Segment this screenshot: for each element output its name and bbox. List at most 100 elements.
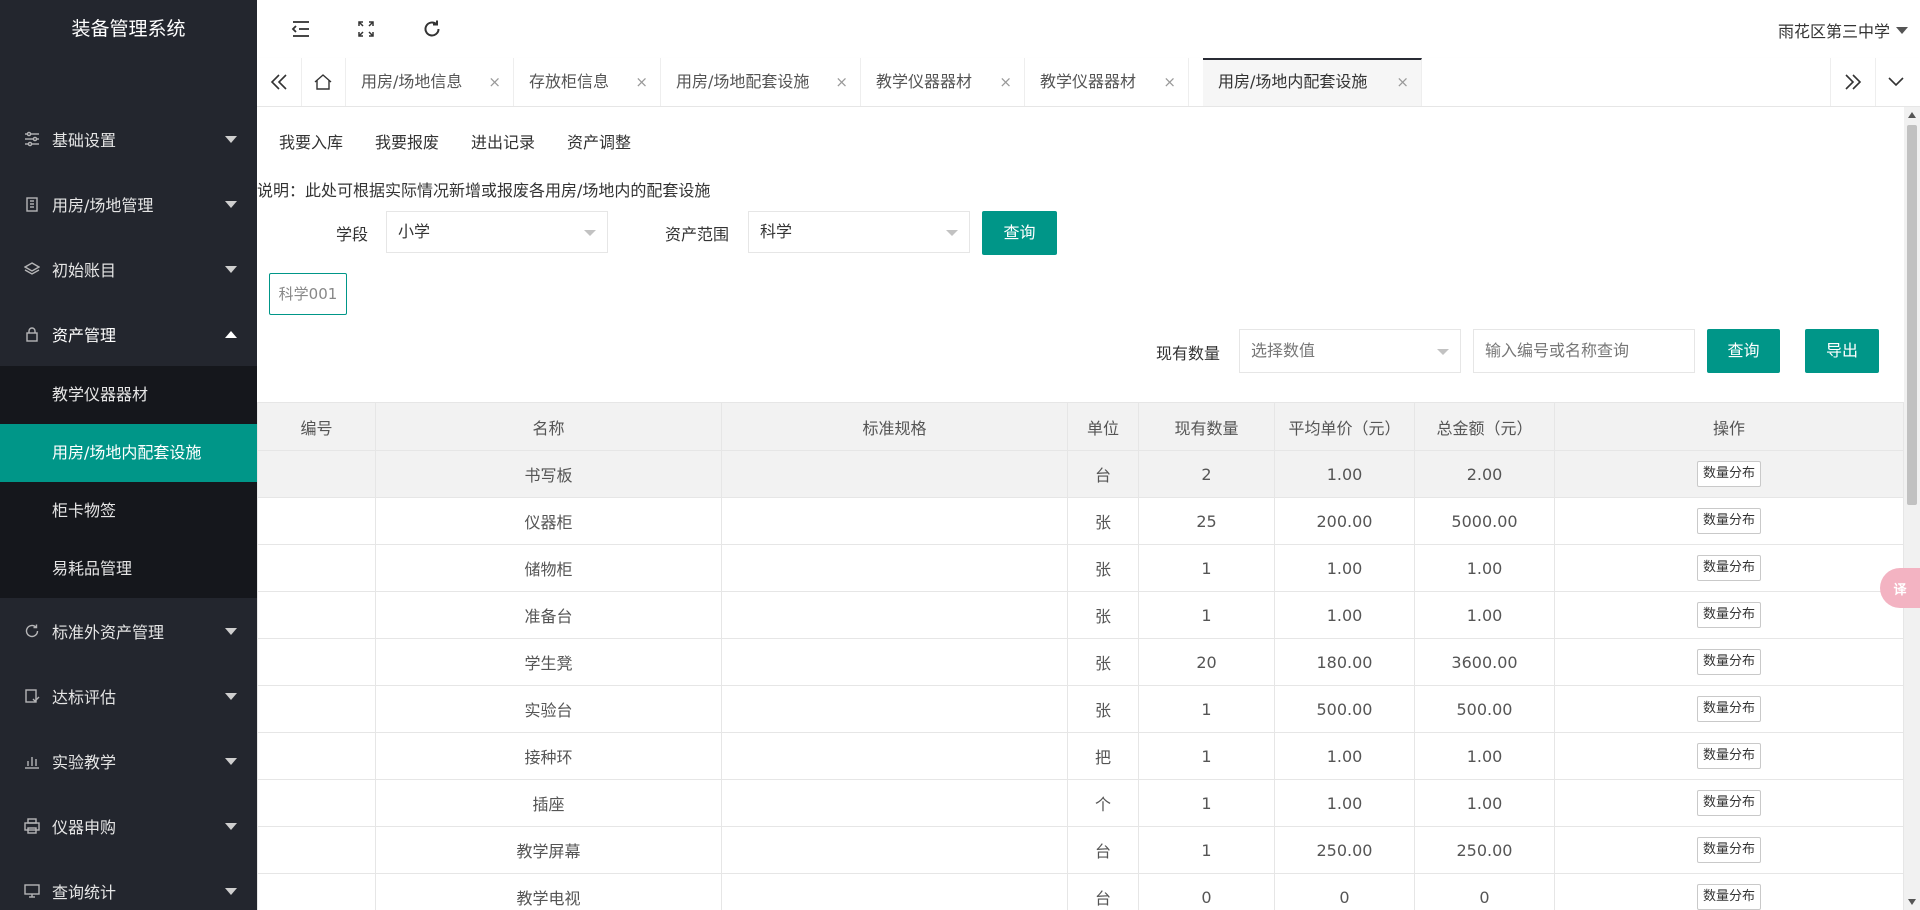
sidebar-item-asset-management[interactable]: 资产管理 (0, 301, 257, 366)
cell-unit: 张 (1067, 544, 1139, 592)
sidebar-item-instrument-purchase[interactable]: 仪器申购 (0, 793, 257, 858)
quantity-distribution-button[interactable]: 数量分布 (1696, 508, 1761, 534)
menu-collapse-icon[interactable] (289, 17, 313, 41)
scope-select[interactable]: 科学 (748, 211, 970, 253)
user-menu[interactable]: 雨花区第三中学 (1778, 18, 1908, 42)
sidebar-item-standard-evaluation[interactable]: 达标评估 (0, 663, 257, 728)
sidebar-subitem-room-facilities[interactable]: 用房/场地内配套设施 (0, 424, 257, 482)
stage-select[interactable]: 小学 (386, 211, 608, 253)
fullscreen-icon[interactable] (354, 17, 378, 41)
col-header-avg-price[interactable]: 平均单价（元） (1274, 402, 1415, 451)
sidebar-item-experiment-teaching[interactable]: 实验教学 (0, 728, 257, 793)
table-row[interactable]: 书写板 台 2 1.00 2.00 数量分布 (257, 450, 1904, 498)
cell-actions: 数量分布 (1554, 497, 1904, 545)
sidebar-subitem-consumables[interactable]: 易耗品管理 (0, 540, 257, 598)
tab-label: 用房/场地内配套设施 (1218, 72, 1368, 91)
cell-spec (721, 732, 1068, 780)
cell-total: 2.00 (1414, 450, 1555, 498)
sidebar-subitem-cabinet-labels[interactable]: 柜卡物签 (0, 482, 257, 540)
sidebar-item-rooms[interactable]: 用房/场地管理 (0, 171, 257, 236)
quantity-distribution-button[interactable]: 数量分布 (1696, 696, 1761, 722)
cell-code (257, 450, 376, 498)
tab-room-info[interactable]: 用房/场地信息 × (346, 58, 514, 106)
table-row[interactable]: 教学屏幕台 1 250.00 250.00 数量分布 (257, 826, 1904, 874)
quantity-distribution-button[interactable]: 数量分布 (1696, 555, 1761, 581)
tab-label: 教学仪器器材 (876, 72, 973, 91)
sidebar-subitem-teaching-instruments[interactable]: 教学仪器器材 (0, 366, 257, 424)
col-header-unit[interactable]: 单位 (1067, 402, 1139, 451)
table-row[interactable]: 实验台张 1 500.00 500.00 数量分布 (257, 685, 1904, 733)
close-icon[interactable]: × (488, 58, 501, 106)
col-header-quantity[interactable]: 现有数量 (1138, 402, 1275, 451)
cell-total: 0 (1414, 873, 1555, 910)
refresh-icon[interactable] (420, 17, 444, 41)
asset-adjust-link[interactable]: 资产调整 (567, 129, 631, 153)
sidebar-item-initial-accounts[interactable]: 初始账目 (0, 236, 257, 301)
cell-actions: 数量分布 (1554, 873, 1904, 910)
quantity-distribution-button[interactable]: 数量分布 (1696, 884, 1761, 910)
col-header-name[interactable]: 名称 (375, 402, 722, 451)
cell-quantity: 1 (1138, 591, 1275, 639)
cell-unit: 把 (1067, 732, 1139, 780)
translate-icon[interactable]: 译 (1880, 568, 1920, 608)
sidebar-item-basic-settings[interactable]: 基础设置 (0, 106, 257, 171)
bar-chart-icon (22, 751, 42, 771)
tab-room-facilities[interactable]: 用房/场地配套设施 × (661, 58, 861, 106)
col-header-total[interactable]: 总金额（元） (1414, 402, 1555, 451)
scrollbar-thumb[interactable] (1907, 125, 1917, 505)
scroll-down-icon[interactable] (1908, 899, 1916, 905)
close-icon[interactable]: × (635, 58, 648, 106)
cell-code (257, 591, 376, 639)
scope-value: 科学 (760, 222, 793, 241)
tab-cabinet-info[interactable]: 存放柜信息 × (514, 58, 661, 106)
quantity-distribution-button[interactable]: 数量分布 (1696, 837, 1761, 863)
table-row[interactable]: 学生凳 张 20 180.00 3600.00 数量分布 (257, 638, 1904, 686)
quantity-distribution-button[interactable]: 数量分布 (1696, 743, 1761, 769)
table-row[interactable]: 教学电视台 0 0 0 数量分布 (257, 873, 1904, 910)
search-query-button[interactable]: 查询 (1707, 329, 1780, 373)
tab-room-internal-facilities[interactable]: 用房/场地内配套设施 × (1203, 58, 1422, 106)
table-row[interactable]: 仪器柜 张 25 200.00 5000.00 数量分布 (257, 497, 1904, 545)
stock-in-link[interactable]: 我要入库 (279, 129, 343, 153)
vertical-scrollbar[interactable] (1904, 107, 1920, 910)
table-row[interactable]: 准备台张 1 1.00 1.00 数量分布 (257, 591, 1904, 639)
keyword-search-input[interactable]: 输入编号或名称查询 (1473, 329, 1695, 373)
in-out-records-link[interactable]: 进出记录 (471, 129, 535, 153)
close-icon[interactable]: × (1396, 60, 1409, 104)
col-header-spec[interactable]: 标准规格 (721, 402, 1068, 451)
home-icon[interactable] (301, 58, 346, 106)
quantity-distribution-button[interactable]: 数量分布 (1696, 649, 1761, 675)
quantity-select[interactable]: 选择数值 (1239, 329, 1461, 373)
table-row[interactable]: 插座个 1 1.00 1.00 数量分布 (257, 779, 1904, 827)
tabs-scroll-right-icon[interactable] (1830, 58, 1876, 106)
col-header-code[interactable]: 编号 (257, 402, 376, 451)
quantity-distribution-button[interactable]: 数量分布 (1696, 602, 1761, 628)
table-row[interactable]: 储物柜张 1 1.00 1.00 数量分布 (257, 544, 1904, 592)
sidebar-item-query-statistics[interactable]: 查询统计 (0, 858, 257, 910)
scroll-up-icon[interactable] (1908, 112, 1916, 118)
tab-teaching-instruments-2[interactable]: 教学仪器器材 × (1025, 58, 1189, 106)
close-icon[interactable]: × (999, 58, 1012, 106)
filter-query-button[interactable]: 查询 (982, 211, 1057, 255)
tab-label: 存放柜信息 (529, 72, 610, 91)
cell-unit: 张 (1067, 685, 1139, 733)
quantity-distribution-button[interactable]: 数量分布 (1696, 790, 1761, 816)
room-chip[interactable]: 科学001 (269, 273, 347, 315)
main-content: 我要入库 我要报废 进出记录 资产调整 说明：此处可根据实际情况新增或报废各用房… (257, 107, 1904, 910)
tabs-dropdown-icon[interactable] (1874, 58, 1918, 106)
sidebar-item-nonstandard-assets[interactable]: 标准外资产管理 (0, 598, 257, 663)
close-icon[interactable]: × (835, 58, 848, 106)
cell-actions: 数量分布 (1554, 591, 1904, 639)
table-header-row: 编号 名称 标准规格 单位 现有数量 平均单价（元） 总金额（元） 操作 (257, 402, 1904, 451)
quantity-distribution-button[interactable]: 数量分布 (1696, 461, 1761, 487)
tabs-scroll-left-icon[interactable] (257, 58, 302, 106)
close-icon[interactable]: × (1163, 58, 1176, 106)
tab-teaching-instruments[interactable]: 教学仪器器材 × (861, 58, 1025, 106)
cell-total: 1.00 (1414, 544, 1555, 592)
quantity-label: 现有数量 (1156, 344, 1221, 363)
export-button[interactable]: 导出 (1805, 329, 1879, 373)
cell-actions: 数量分布 (1554, 826, 1904, 874)
cell-spec (721, 685, 1068, 733)
table-row[interactable]: 接种环把 1 1.00 1.00 数量分布 (257, 732, 1904, 780)
scrap-link[interactable]: 我要报废 (375, 129, 439, 153)
